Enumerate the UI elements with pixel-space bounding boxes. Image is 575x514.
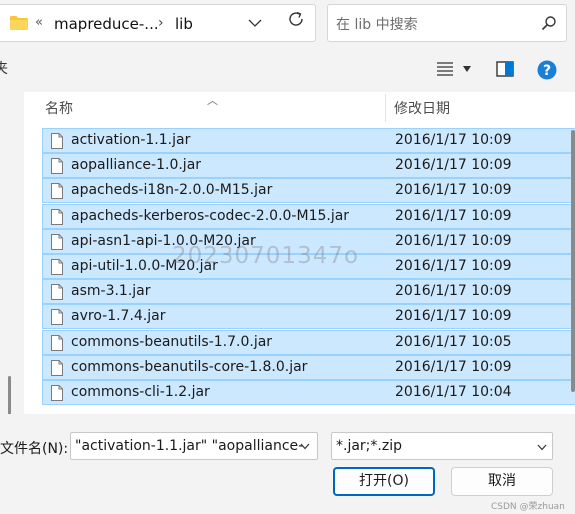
file-name: commons-cli-1.2.jar [71, 383, 210, 400]
file-name: apacheds-i18n-2.0.0-M15.jar [71, 182, 273, 199]
navigation-pane [0, 92, 24, 462]
file-modified-date: 2016/1/17 10:04 [395, 383, 512, 400]
jar-file-icon [51, 359, 63, 376]
watermark: 20230701347o [172, 243, 360, 269]
file-row[interactable]: apacheds-i18n-2.0.0-M15.jar 2016/1/17 10:… [42, 178, 575, 204]
jar-file-icon [51, 334, 63, 351]
preview-pane-icon[interactable] [496, 61, 514, 77]
title-bar: « mapreduce-... › lib 在 lib 中搜索 [0, 0, 575, 46]
file-row[interactable]: activation-1.1.jar 2016/1/17 10:09 [42, 128, 575, 153]
jar-file-icon [51, 158, 63, 175]
file-name: commons-beanutils-core-1.8.0.jar [71, 358, 308, 375]
file-modified-date: 2016/1/17 10:09 [395, 358, 512, 375]
dropdown-chevron-icon[interactable] [247, 15, 263, 31]
view-options-icon[interactable] [437, 62, 453, 76]
jar-file-icon [51, 284, 63, 301]
jar-file-icon [51, 183, 63, 200]
filename-history-chevron-icon[interactable] [300, 443, 310, 450]
file-modified-date: 2016/1/17 10:05 [395, 333, 512, 350]
jar-file-icon [51, 208, 63, 225]
filetype-value: *.jar;*.zip [336, 438, 402, 454]
file-row[interactable]: aopalliance-1.0.jar 2016/1/17 10:09 [42, 153, 575, 179]
breadcrumb-parent[interactable]: mapreduce-... [54, 15, 159, 33]
jar-file-icon [51, 384, 63, 401]
file-modified-date: 2016/1/17 10:09 [395, 182, 512, 199]
open-button[interactable]: 打开(O) [333, 467, 435, 496]
chevron-down-icon [537, 444, 547, 451]
file-name: commons-beanutils-1.7.0.jar [71, 333, 273, 350]
jar-file-icon [51, 133, 63, 149]
file-name: avro-1.7.4.jar [71, 308, 166, 325]
jar-file-icon [51, 258, 63, 275]
file-modified-date: 2016/1/17 10:09 [395, 157, 512, 174]
vertical-scrollbar[interactable] [571, 130, 575, 392]
column-divider[interactable] [385, 94, 386, 122]
file-row[interactable]: commons-beanutils-1.7.0.jar 2016/1/17 10:… [42, 329, 575, 355]
cancel-button[interactable]: 取消 [451, 467, 553, 496]
filename-field[interactable]: "activation-1.1.jar" "aopalliance- [70, 432, 318, 460]
file-name: apacheds-kerberos-codec-2.0.0-M15.jar [71, 207, 350, 224]
file-row[interactable]: commons-beanutils-core-1.8.0.jar 2016/1/1… [42, 354, 575, 380]
filetype-select[interactable]: *.jar;*.zip [331, 432, 553, 460]
overflow-crumbs-button[interactable]: « [35, 15, 43, 30]
address-bar[interactable]: « mapreduce-... › lib [0, 4, 316, 42]
jar-file-icon [51, 233, 63, 250]
source-credit: CSDN @荣zhuan [491, 502, 565, 512]
file-name: aopalliance-1.0.jar [71, 157, 202, 174]
file-name: asm-3.1.jar [71, 283, 151, 300]
filename-label: 文件名(N): [0, 441, 69, 457]
help-icon[interactable]: ? [537, 60, 557, 80]
file-row[interactable]: commons-cli-1.2.jar 2016/1/17 10:04 [42, 379, 575, 405]
file-modified-date: 2016/1/17 10:09 [395, 308, 512, 325]
file-row[interactable]: apacheds-kerberos-codec-2.0.0-M15.jar 201… [42, 203, 575, 229]
file-modified-date: 2016/1/17 10:09 [395, 207, 512, 224]
column-name-header[interactable]: 名称 [45, 98, 73, 118]
breadcrumb-separator: › [158, 15, 164, 31]
sort-ascending-icon: ︿ [207, 94, 218, 107]
file-modified-date: 2016/1/17 10:09 [395, 257, 512, 274]
new-folder-button-clipped[interactable]: 夹 [0, 58, 8, 78]
search-placeholder: 在 lib 中搜索 [336, 17, 418, 33]
refresh-icon[interactable] [287, 10, 305, 28]
file-modified-date: 2016/1/17 10:09 [395, 132, 512, 148]
file-row[interactable]: avro-1.7.4.jar 2016/1/17 10:09 [42, 304, 575, 330]
column-header: ︿ 名称 修改日期 [24, 92, 575, 122]
search-icon[interactable] [541, 15, 557, 31]
file-name: activation-1.1.jar [71, 132, 191, 148]
jar-file-icon [51, 309, 63, 326]
svg-text:?: ? [543, 63, 551, 79]
file-modified-date: 2016/1/17 10:09 [395, 232, 512, 249]
dialog-footer: 文件名(N): "activation-1.1.jar" "aopallianc… [0, 414, 575, 514]
file-modified-date: 2016/1/17 10:09 [395, 283, 512, 300]
column-modified-header[interactable]: 修改日期 [394, 98, 450, 118]
folder-icon [10, 16, 28, 30]
search-input[interactable]: 在 lib 中搜索 [327, 4, 567, 42]
view-menu-caret-icon[interactable] [463, 66, 471, 72]
breadcrumb-current[interactable]: lib [175, 15, 193, 33]
file-row[interactable]: asm-3.1.jar 2016/1/17 10:09 [42, 279, 575, 305]
filename-value: "activation-1.1.jar" "aopalliance- [75, 438, 304, 454]
command-bar: 夹 ? [0, 46, 575, 92]
